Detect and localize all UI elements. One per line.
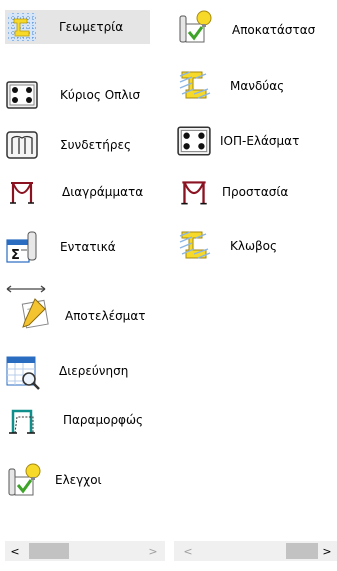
- investigation-icon: [5, 353, 45, 393]
- scroll-thumb[interactable]: [29, 543, 69, 559]
- left-item-label: Αποτελέσματ: [65, 309, 146, 323]
- left-horizontal-scrollbar[interactable]: < >: [5, 541, 165, 561]
- left-item-diagrams[interactable]: Διαγράμματα: [5, 175, 172, 209]
- left-item-stirrups[interactable]: Συνδετήρες: [5, 128, 172, 162]
- left-item-label: Διαγράμματα: [62, 185, 144, 199]
- left-item-label: Κύριος Οπλισ: [60, 88, 141, 102]
- restoration-icon: [176, 8, 216, 48]
- left-item-label: Παραμορφώς: [63, 413, 144, 427]
- main-reinforcement-icon: [5, 78, 39, 112]
- left-item-results[interactable]: Αποτελέσματ: [5, 283, 172, 333]
- geometry-icon: [5, 10, 39, 44]
- stirrups-icon: [5, 128, 39, 162]
- right-item-label: Μανδύας: [230, 79, 285, 93]
- checks-icon: [5, 461, 43, 499]
- left-item-deformation[interactable]: Παραμορφώς: [5, 403, 172, 437]
- right-item-label: Κλωβος: [230, 239, 278, 253]
- deformation-icon: [5, 403, 39, 437]
- right-item-label: ΙΟΠ-Ελάσματ: [220, 134, 300, 148]
- right-item-label: Αποκατάστασ: [232, 23, 316, 37]
- right-item-frp-plates[interactable]: ΙΟΠ-Ελάσματ: [176, 123, 337, 159]
- cage-icon: [176, 226, 216, 266]
- frp-plates-icon: [176, 123, 212, 159]
- right-horizontal-scrollbar[interactable]: < >: [174, 541, 337, 561]
- right-item-jacket[interactable]: Μανδύας: [176, 66, 337, 106]
- right-tools-panel: Αποκατάστασ Μανδύας ΙΟΠ-Ελάσματ Προστασί…: [174, 0, 337, 536]
- results-icon: [5, 283, 55, 333]
- scroll-right-arrow-icon[interactable]: >: [143, 541, 163, 561]
- left-item-label: Διερεύνηση: [59, 364, 129, 378]
- right-item-cage[interactable]: Κλωβος: [176, 226, 337, 266]
- svg-text:Σ: Σ: [11, 248, 20, 263]
- right-item-restoration[interactable]: Αποκατάστασ: [176, 8, 337, 48]
- protection-icon: [176, 174, 212, 210]
- scroll-right-arrow-icon[interactable]: >: [317, 541, 337, 561]
- scroll-left-arrow-icon[interactable]: <: [178, 541, 198, 561]
- left-item-label: Συνδετήρες: [60, 138, 132, 152]
- left-item-label: Γεωμετρία: [59, 20, 124, 34]
- right-item-label: Προστασία: [222, 185, 289, 199]
- right-item-protection[interactable]: Προστασία: [176, 174, 337, 210]
- left-item-checks[interactable]: Ελεγχοι: [5, 461, 172, 499]
- scroll-left-arrow-icon[interactable]: <: [5, 541, 25, 561]
- sections-panel: Γεωμετρία Κύριος Οπλισ Συνδετήρες Διαγρά…: [0, 0, 337, 571]
- left-item-internal-forces[interactable]: Σ Εντατικά: [5, 230, 172, 264]
- left-item-main-reinforcement[interactable]: Κύριος Οπλισ: [5, 78, 172, 112]
- scroll-thumb[interactable]: [286, 543, 318, 559]
- left-item-label: Ελεγχοι: [55, 473, 102, 487]
- left-item-label: Εντατικά: [60, 240, 116, 254]
- left-item-investigation[interactable]: Διερεύνηση: [5, 353, 172, 393]
- internal-forces-icon: Σ: [5, 230, 39, 264]
- left-item-geometry[interactable]: Γεωμετρία: [5, 10, 150, 44]
- diagrams-icon: [5, 175, 39, 209]
- left-tools-panel: Γεωμετρία Κύριος Οπλισ Συνδετήρες Διαγρά…: [0, 0, 172, 536]
- jacket-icon: [176, 66, 216, 106]
